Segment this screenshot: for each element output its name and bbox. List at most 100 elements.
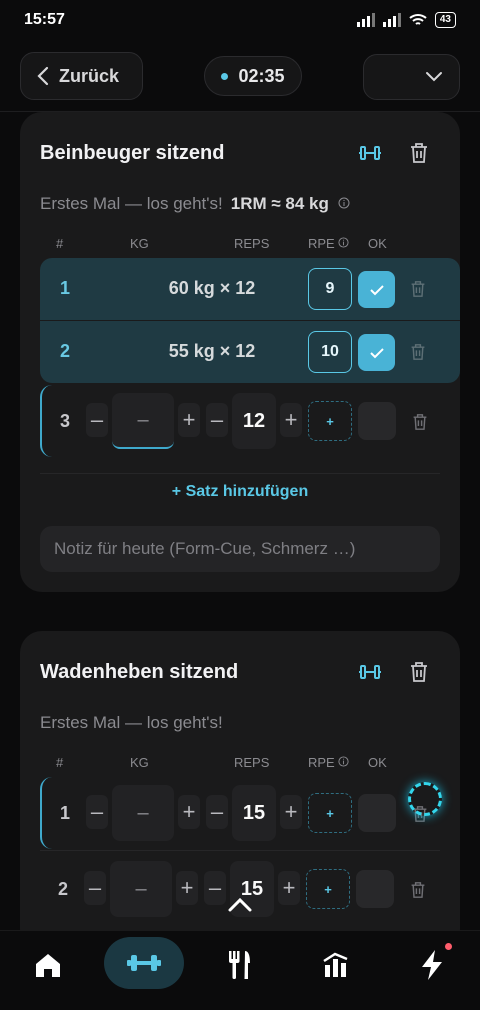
kg-minus-button[interactable]: – — [86, 795, 108, 829]
kg-plus-button[interactable]: + — [178, 403, 200, 437]
info-icon[interactable] — [338, 756, 349, 767]
kg-plus-button[interactable]: + — [178, 795, 200, 829]
trash-icon[interactable] — [406, 140, 432, 166]
nav-stats[interactable] — [308, 931, 364, 999]
kg-plus-button[interactable]: + — [176, 871, 198, 905]
reps-minus-button[interactable]: – — [204, 871, 226, 905]
top-bar: Zurück 02:35 — [0, 52, 480, 102]
exercise-subtitle: Erstes Mal — los geht's! 1RM ≈ 84 kg — [40, 194, 350, 214]
check-icon[interactable] — [358, 271, 395, 308]
reps-input[interactable]: 12 — [232, 393, 276, 449]
kg-minus-button[interactable]: – — [84, 871, 106, 905]
kg-input[interactable]: – — [110, 861, 172, 917]
trash-icon[interactable] — [410, 280, 426, 298]
timer-value: 02:35 — [238, 65, 285, 86]
dumbbell-icon[interactable] — [357, 140, 383, 166]
set-value: 60 kg × 12 — [168, 278, 256, 298]
exercise-title: Beinbeuger sitzend — [40, 142, 225, 164]
ok-checkbox[interactable] — [358, 794, 396, 832]
kg-input[interactable]: – — [112, 785, 174, 841]
trash-icon[interactable] — [406, 659, 432, 685]
nav-home[interactable] — [20, 931, 76, 999]
set-number: 1 — [60, 803, 71, 823]
set-row-edit: 1 – – + – 15 + + — [40, 777, 452, 849]
trash-icon[interactable] — [410, 343, 426, 361]
plus-icon: + — [171, 483, 186, 500]
header-rpe: RPE — [308, 755, 349, 770]
loading-spinner-icon — [408, 782, 442, 816]
chevron-down-icon — [426, 72, 442, 82]
ok-checkbox[interactable] — [358, 402, 396, 440]
set-number: 2 — [60, 341, 71, 361]
signal-icon-2 — [382, 13, 401, 27]
reps-minus-button[interactable]: – — [206, 403, 228, 437]
set-row-done[interactable]: 2 55 kg × 12 10 — [40, 321, 460, 383]
wifi-icon — [409, 14, 427, 25]
dumbbell-icon — [127, 955, 161, 971]
trash-icon[interactable] — [410, 881, 426, 899]
back-button[interactable]: Zurück — [20, 52, 143, 100]
rpe-add-button[interactable]: + — [308, 401, 352, 441]
rpe-add-button[interactable]: + — [308, 793, 352, 833]
reps-plus-button[interactable]: + — [280, 795, 302, 829]
check-icon[interactable] — [358, 334, 395, 371]
dumbbell-icon[interactable] — [357, 659, 383, 685]
rpe-badge[interactable]: 9 — [308, 268, 352, 310]
rpe-badge[interactable]: 10 — [308, 331, 352, 373]
header-kg: KG — [130, 236, 149, 251]
home-icon — [36, 954, 60, 977]
reps-input[interactable]: 15 — [232, 785, 276, 841]
lightning-icon — [422, 950, 442, 980]
header-num: # — [56, 755, 64, 770]
exercise-title: Wadenheben sitzend — [40, 661, 239, 683]
exercise-subtitle: Erstes Mal — los geht's! — [40, 713, 223, 732]
info-icon[interactable] — [338, 197, 350, 209]
ok-checkbox[interactable] — [356, 870, 394, 908]
set-number: 1 — [60, 278, 71, 298]
chevron-left-icon — [37, 66, 49, 86]
workout-timer[interactable]: 02:35 — [204, 56, 302, 96]
header-ok: OK — [368, 755, 387, 770]
set-number: 2 — [58, 879, 69, 899]
notification-badge — [445, 943, 452, 950]
one-rm-value: 1RM ≈ 84 kg — [230, 194, 329, 213]
nav-quick[interactable] — [404, 931, 460, 999]
reps-plus-button[interactable]: + — [278, 871, 300, 905]
bottom-navigation — [0, 930, 480, 1010]
timer-dot-icon — [221, 72, 229, 80]
stats-icon — [323, 952, 348, 977]
status-bar: 15:57 43 — [0, 0, 480, 40]
header-rpe: RPE — [308, 236, 349, 251]
header-kg: KG — [130, 755, 149, 770]
rpe-add-button[interactable]: + — [306, 869, 350, 909]
header-reps: REPS — [234, 755, 270, 770]
set-number: 3 — [60, 411, 71, 431]
status-icons: 43 — [356, 12, 456, 28]
clock: 15:57 — [24, 11, 65, 28]
set-row-edit: 3 – – + – 12 + + — [40, 385, 452, 457]
row-divider — [40, 850, 440, 851]
header-ok: OK — [368, 236, 387, 251]
fork-knife-icon — [229, 951, 250, 979]
back-label: Zurück — [59, 65, 120, 86]
battery-indicator: 43 — [434, 12, 456, 28]
subtitle-text: Erstes Mal — los geht's! — [40, 194, 223, 213]
info-icon[interactable] — [338, 237, 349, 248]
trash-icon[interactable] — [412, 413, 428, 431]
kg-input[interactable]: – — [112, 393, 174, 449]
scroll-up-chevron-icon[interactable] — [225, 892, 255, 918]
set-row-done[interactable]: 1 60 kg × 12 9 — [40, 258, 460, 320]
nav-nutrition[interactable] — [212, 931, 268, 999]
note-input[interactable]: Notiz für heute (Form-Cue, Schmerz …) — [40, 526, 440, 572]
reps-plus-button[interactable]: + — [280, 403, 302, 437]
header-reps: REPS — [234, 236, 270, 251]
reps-minus-button[interactable]: – — [206, 795, 228, 829]
kg-minus-button[interactable]: – — [86, 403, 108, 437]
row-divider — [40, 473, 440, 474]
set-value: 55 kg × 12 — [168, 341, 256, 361]
signal-icon — [356, 13, 375, 27]
add-set-button[interactable]: + Satz hinzufügen — [20, 483, 460, 501]
header-num: # — [56, 236, 64, 251]
nav-workout[interactable] — [104, 937, 184, 989]
options-dropdown[interactable] — [363, 54, 460, 100]
